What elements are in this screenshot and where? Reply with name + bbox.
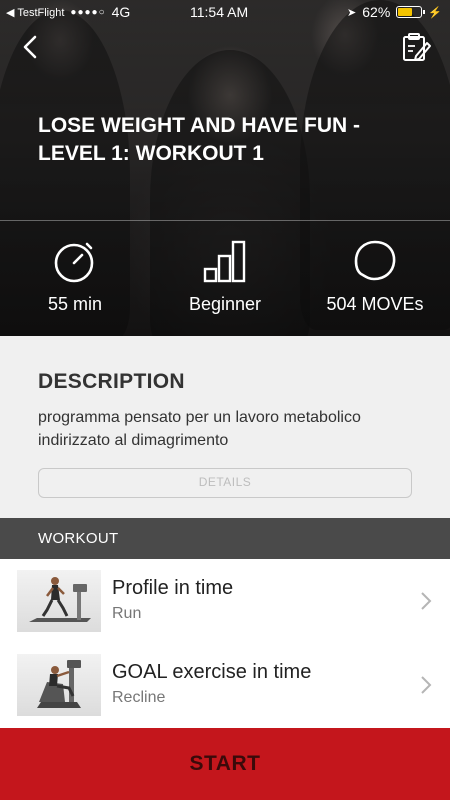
stat-moves-value: 504 MOVEs <box>326 294 424 314</box>
workout-item-type: Run <box>112 605 142 622</box>
hero-divider <box>0 220 450 221</box>
details-button[interactable]: DETAILS <box>38 468 412 498</box>
chevron-left-icon <box>23 35 37 59</box>
level-bars-icon <box>203 240 246 283</box>
stat-level: Beginner <box>150 238 300 315</box>
edit-note-icon <box>403 33 431 61</box>
chevron-right-icon <box>421 676 432 694</box>
edit-note-button[interactable] <box>400 31 432 63</box>
stopwatch-icon <box>54 242 94 283</box>
clock: 11:54 AM <box>190 4 249 20</box>
list-item[interactable]: Profile in time Run <box>0 559 450 643</box>
start-button[interactable]: START <box>0 728 450 800</box>
back-to-app-link[interactable]: ◀ TestFlight <box>6 6 64 19</box>
battery-percent: 62% <box>362 4 391 20</box>
workout-item-type: Recline <box>112 689 166 706</box>
back-app-label: TestFlight <box>17 6 65 19</box>
recumbent-bike-image <box>17 654 101 716</box>
stat-duration-value: 55 min <box>47 294 103 314</box>
charging-icon: ⚡ <box>428 6 442 19</box>
stat-moves: 504 MOVEs <box>300 238 450 315</box>
workout-list: Profile in time Run GOAL exercise in tim… <box>0 559 450 729</box>
stat-level-value: Beginner <box>188 294 262 314</box>
workout-heading: WORKOUT <box>38 530 119 547</box>
stat-duration: 55 min <box>0 238 150 315</box>
workout-item-name: GOAL exercise in time <box>112 661 312 683</box>
description-heading: DESCRIPTION <box>38 370 185 393</box>
description-section: DESCRIPTION programma pensato per un lav… <box>0 336 450 518</box>
chevron-right-icon <box>421 592 432 610</box>
signal-strength: ●●●●○ <box>70 6 106 18</box>
location-icon: ➤ <box>347 6 357 19</box>
list-item[interactable]: GOAL exercise in time Recline <box>0 643 450 727</box>
hero-banner: ◀ TestFlight ●●●●○ 4G 11:54 AM ➤ 62% ⚡ L… <box>0 0 450 336</box>
workout-section-header: WORKOUT <box>0 518 450 559</box>
description-text: programma pensato per un lavoro metaboli… <box>38 409 361 449</box>
network-type: 4G <box>111 4 131 20</box>
treadmill-runner-image <box>17 570 101 632</box>
battery-icon <box>396 6 426 18</box>
workout-item-name: Profile in time <box>112 577 234 599</box>
workout-title: LOSE WEIGHT AND HAVE FUN - LEVEL 1: WORK… <box>38 114 360 165</box>
moves-blob-icon <box>354 240 396 281</box>
back-button[interactable] <box>20 34 42 60</box>
status-bar: ◀ TestFlight ●●●●○ 4G 11:54 AM ➤ 62% ⚡ <box>0 0 450 24</box>
